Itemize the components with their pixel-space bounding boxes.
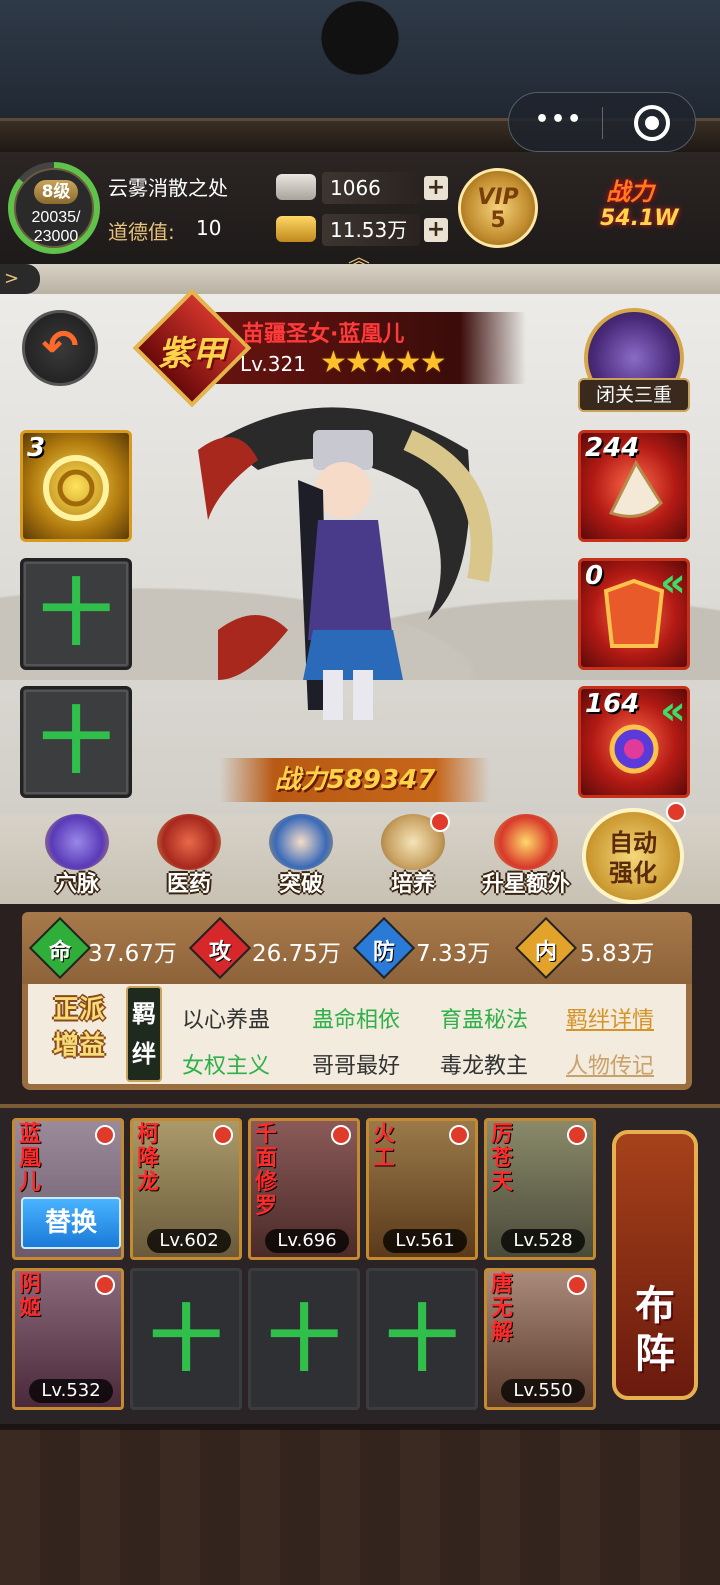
level-badge: 8级 (34, 180, 78, 204)
expand-arrow-icon[interactable]: > (0, 264, 40, 294)
team-card-level: Lv.528 (501, 1229, 585, 1253)
team-card[interactable]: 千面修罗 Lv.696 (248, 1118, 360, 1260)
notification-dot (666, 802, 686, 822)
upgrade-arrow-icon: « (660, 560, 686, 606)
add-gold-button[interactable]: + (424, 218, 448, 242)
meridian-button[interactable]: 穴脉 (38, 814, 116, 898)
silver-ingot-icon (276, 174, 316, 200)
mini-program-capsule[interactable]: ••• (508, 92, 696, 152)
empty-skill-slot[interactable]: 十 (20, 558, 132, 670)
total-power-value: 54.1W (600, 206, 679, 231)
bond-item: 毒龙教主 (440, 1054, 529, 1079)
team-card[interactable]: 蓝凰儿 替换 (12, 1118, 124, 1260)
faction-buff-badge[interactable]: 正派增益 (40, 992, 118, 1076)
gold-amount: 11.53万 (322, 214, 420, 246)
hero-name: 苗疆圣女·蓝凰儿 (242, 322, 405, 347)
hero-power: 战力589347 (220, 758, 490, 802)
notification-dot (567, 1275, 587, 1295)
notification-dot (213, 1125, 233, 1145)
formation-label: 布阵 (635, 1283, 675, 1377)
team-card-level: Lv.550 (501, 1379, 585, 1403)
defense-value: 7.33万 (416, 941, 491, 967)
add-silver-button[interactable]: + (424, 176, 448, 200)
back-button[interactable]: ↶ (22, 310, 98, 386)
inner-value: 5.83万 (580, 941, 655, 967)
add-icon: 十 (385, 1297, 458, 1381)
morality-label: 道德值: (108, 220, 175, 244)
team-card-name: 阴姬 (19, 1272, 42, 1321)
star-up-extra-button[interactable]: 升星额外 (480, 814, 572, 898)
bond-item: 哥哥最好 (312, 1054, 401, 1079)
breakthrough-icon (269, 814, 333, 870)
bond-item: 女权主义 (182, 1054, 271, 1079)
bond-item: 蛊命相依 (312, 1008, 401, 1033)
biography-link[interactable]: 人物传记 (566, 1048, 654, 1080)
team-card[interactable]: 火工 Lv.561 (366, 1118, 478, 1260)
floor-background (0, 1424, 720, 1585)
rank-text: 紫甲 (158, 334, 226, 374)
player-name: 云雾消散之处 (108, 176, 228, 200)
medicine-icon (157, 814, 221, 870)
empty-team-slot[interactable]: 十 (366, 1268, 478, 1410)
bond-item: 育蛊秘法 (440, 1008, 529, 1033)
star-up-icon (494, 814, 558, 870)
add-icon: 十 (39, 699, 112, 783)
hero-level: Lv.321 (240, 352, 306, 376)
team-card-level: Lv.532 (29, 1379, 113, 1403)
martial-skill-slot[interactable]: 3 (20, 430, 132, 542)
team-card-name: 唐无解 (491, 1272, 514, 1345)
empty-team-slot[interactable]: 十 (130, 1268, 242, 1410)
bond-item: 以心养蛊 (182, 1008, 271, 1033)
more-icon[interactable]: ••• (535, 107, 583, 132)
notification-dot (95, 1275, 115, 1295)
team-card-name: 厉苍天 (491, 1122, 514, 1195)
notification-dot (449, 1125, 469, 1145)
team-card-name: 柯降龙 (137, 1122, 160, 1195)
silver-amount: 1066 (322, 172, 420, 204)
total-power-label: 战力 (606, 178, 654, 206)
add-icon: 十 (149, 1297, 222, 1381)
notification-dot (430, 812, 450, 832)
team-card[interactable]: 柯降龙 Lv.602 (130, 1118, 242, 1260)
team-card-name: 火工 (373, 1122, 396, 1171)
breakthrough-button[interactable]: 突破 (262, 814, 340, 898)
bond-details-link[interactable]: 羁绊详情 (566, 1002, 654, 1034)
notification-dot (331, 1125, 351, 1145)
meridian-icon (45, 814, 109, 870)
add-icon: 十 (267, 1297, 340, 1381)
close-target-icon[interactable] (634, 105, 670, 141)
empty-team-slot[interactable]: 十 (248, 1268, 360, 1410)
morality-value: 10 (196, 216, 222, 240)
gold-ingot-icon (276, 216, 316, 242)
notification-dot (567, 1125, 587, 1145)
notification-dot (95, 1125, 115, 1145)
meditation-label[interactable]: 闭关三重 (578, 378, 690, 412)
team-card-name: 蓝凰儿 (19, 1122, 42, 1195)
auto-strengthen-button[interactable]: 自动强化 (582, 808, 684, 904)
player-level-avatar[interactable]: 8级 20035/23000 (8, 162, 100, 254)
medicine-button[interactable]: 医药 (150, 814, 228, 898)
bond-label: 羁绊 (126, 986, 162, 1082)
hero-portrait (198, 407, 493, 720)
team-card-level: Lv.561 (383, 1229, 467, 1253)
roof-ornament (300, 0, 420, 95)
team-card[interactable]: 阴姬 Lv.532 (12, 1268, 124, 1410)
team-card[interactable]: 厉苍天 Lv.528 (484, 1118, 596, 1260)
exp-text: 20035/23000 (31, 209, 81, 245)
team-card[interactable]: 唐无解 Lv.550 (484, 1268, 596, 1410)
vip-badge[interactable]: VIP 5 (458, 168, 538, 248)
team-card-name: 千面修罗 (255, 1122, 278, 1219)
hero-stars: ★★★★★ (320, 345, 446, 380)
add-icon: 十 (39, 571, 112, 655)
hp-value: 37.67万 (88, 941, 177, 967)
team-card-level: Lv.602 (147, 1229, 231, 1253)
team-card-level: Lv.696 (265, 1229, 349, 1253)
notice-strip (0, 264, 720, 294)
upgrade-arrow-icon: « (660, 688, 686, 734)
equipment-slot-shell[interactable]: 244 (578, 430, 690, 542)
attack-value: 26.75万 (252, 941, 341, 967)
empty-skill-slot[interactable]: 十 (20, 686, 132, 798)
swap-button[interactable]: 替换 (21, 1197, 121, 1249)
